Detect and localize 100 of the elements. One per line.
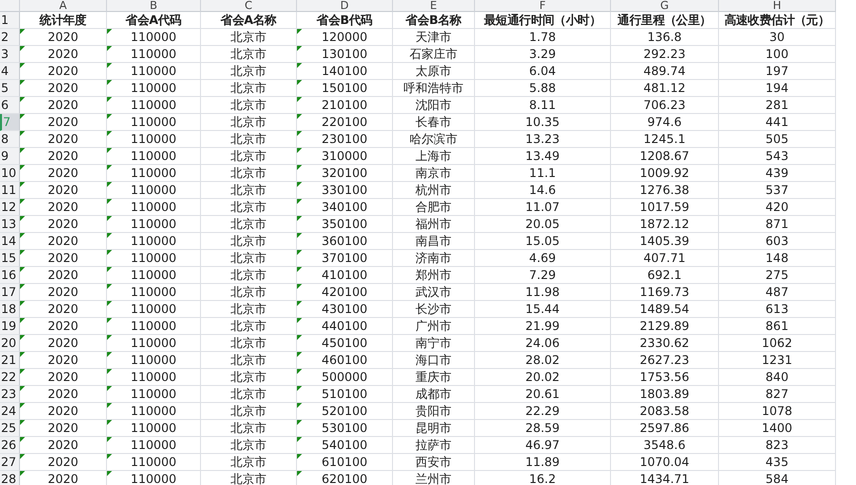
- table-cell: 292.23: [611, 46, 719, 63]
- table-cell: 861: [719, 318, 836, 335]
- table-cell: 500000: [297, 369, 393, 386]
- table-cell: 310000: [297, 148, 393, 165]
- row-header[interactable]: 8: [0, 131, 20, 148]
- table-cell: 110000: [107, 352, 201, 369]
- table-cell: 11.07: [475, 199, 611, 216]
- row-header[interactable]: 22: [0, 369, 20, 386]
- table-cell: 5.88: [475, 80, 611, 97]
- row-header[interactable]: 13: [0, 216, 20, 233]
- table-cell: 2020: [20, 165, 107, 182]
- column-header[interactable]: C: [201, 0, 297, 12]
- row-header[interactable]: 16: [0, 267, 20, 284]
- row-header[interactable]: 5: [0, 80, 20, 97]
- table-cell: 20.05: [475, 216, 611, 233]
- table-cell: 692.1: [611, 267, 719, 284]
- row-header[interactable]: 2: [0, 29, 20, 46]
- table-cell: 100: [719, 46, 836, 63]
- table-cell: 2020: [20, 386, 107, 403]
- row-header[interactable]: 28: [0, 471, 20, 485]
- table-cell: 840: [719, 369, 836, 386]
- table-cell: 1753.56: [611, 369, 719, 386]
- table-cell: 110000: [107, 318, 201, 335]
- row-header[interactable]: 4: [0, 63, 20, 80]
- table-cell: 505: [719, 131, 836, 148]
- table-cell: 北京市: [201, 454, 297, 471]
- table-cell: 北京市: [201, 80, 297, 97]
- table-cell: 110000: [107, 29, 201, 46]
- table-cell: 24.06: [475, 335, 611, 352]
- table-header-cell: 通行里程（公里）: [611, 12, 719, 29]
- table-cell: 1405.39: [611, 233, 719, 250]
- table-cell: 11.89: [475, 454, 611, 471]
- table-cell: 489.74: [611, 63, 719, 80]
- table-cell: 北京市: [201, 437, 297, 454]
- table-cell: 3.29: [475, 46, 611, 63]
- column-header[interactable]: B: [107, 0, 201, 12]
- table-cell: 22.29: [475, 403, 611, 420]
- row-header[interactable]: 12: [0, 199, 20, 216]
- table-cell: 2020: [20, 131, 107, 148]
- table-cell: 北京市: [201, 233, 297, 250]
- table-cell: 370100: [297, 250, 393, 267]
- table-cell: 长春市: [393, 114, 475, 131]
- table-cell: 北京市: [201, 182, 297, 199]
- row-header[interactable]: 23: [0, 386, 20, 403]
- table-cell: 福州市: [393, 216, 475, 233]
- row-header[interactable]: 25: [0, 420, 20, 437]
- table-cell: 合肥市: [393, 199, 475, 216]
- table-cell: 2020: [20, 301, 107, 318]
- table-cell: 2020: [20, 46, 107, 63]
- table-cell: 2020: [20, 250, 107, 267]
- table-cell: 2020: [20, 437, 107, 454]
- table-cell: 194: [719, 80, 836, 97]
- table-cell: 110000: [107, 250, 201, 267]
- table-cell: 15.44: [475, 301, 611, 318]
- table-cell: 北京市: [201, 63, 297, 80]
- column-header[interactable]: H: [719, 0, 836, 12]
- table-cell: 410100: [297, 267, 393, 284]
- table-cell: 海口市: [393, 352, 475, 369]
- column-header[interactable]: A: [20, 0, 107, 12]
- row-header[interactable]: 26: [0, 437, 20, 454]
- row-header[interactable]: 18: [0, 301, 20, 318]
- table-cell: 1489.54: [611, 301, 719, 318]
- table-cell: 北京市: [201, 216, 297, 233]
- table-cell: 2020: [20, 233, 107, 250]
- table-cell: 西安市: [393, 454, 475, 471]
- table-header-cell: 省会A名称: [201, 12, 297, 29]
- row-header[interactable]: 20: [0, 335, 20, 352]
- table-cell: 重庆市: [393, 369, 475, 386]
- table-cell: 北京市: [201, 335, 297, 352]
- select-all-corner[interactable]: [0, 0, 20, 12]
- row-header[interactable]: 21: [0, 352, 20, 369]
- row-header[interactable]: 9: [0, 148, 20, 165]
- table-cell: 兰州市: [393, 471, 475, 485]
- row-header[interactable]: 6: [0, 97, 20, 114]
- row-header[interactable]: 14: [0, 233, 20, 250]
- table-cell: 济南市: [393, 250, 475, 267]
- table-cell: 北京市: [201, 352, 297, 369]
- row-header[interactable]: 24: [0, 403, 20, 420]
- row-header[interactable]: 15: [0, 250, 20, 267]
- table-cell: 340100: [297, 199, 393, 216]
- table-cell: 2020: [20, 454, 107, 471]
- row-header[interactable]: 10: [0, 165, 20, 182]
- table-cell: 110000: [107, 165, 201, 182]
- table-cell: 2020: [20, 352, 107, 369]
- row-header[interactable]: 3: [0, 46, 20, 63]
- table-cell: 13.49: [475, 148, 611, 165]
- column-header[interactable]: D: [297, 0, 393, 12]
- table-header-cell: 省会B代码: [297, 12, 393, 29]
- row-header[interactable]: 11: [0, 182, 20, 199]
- table-cell: 2020: [20, 216, 107, 233]
- table-cell: 4.69: [475, 250, 611, 267]
- column-header[interactable]: E: [393, 0, 475, 12]
- column-header[interactable]: F: [475, 0, 611, 12]
- table-cell: 1803.89: [611, 386, 719, 403]
- row-header[interactable]: 19: [0, 318, 20, 335]
- row-header[interactable]: 1: [0, 12, 20, 29]
- table-cell: 450100: [297, 335, 393, 352]
- column-header[interactable]: G: [611, 0, 719, 12]
- row-header[interactable]: 17: [0, 284, 20, 301]
- row-header[interactable]: 27: [0, 454, 20, 471]
